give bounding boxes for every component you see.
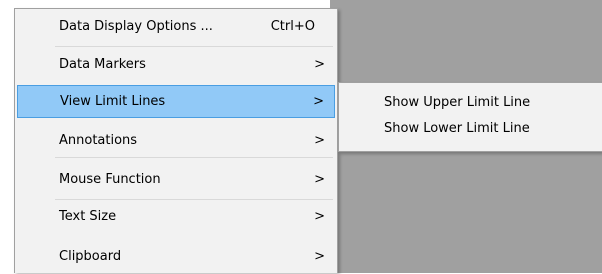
submenu-item-label: Show Lower Limit Line [384,121,530,136]
menu-item-label: Data Display Options ... [59,19,213,34]
menu-item-annotations[interactable]: Annotations > [17,125,335,158]
menu-item-data-display-options[interactable]: Data Display Options ... Ctrl+O [17,11,335,44]
menu-item-label: View Limit Lines [60,94,166,109]
submenu-arrow-icon: > [314,57,325,72]
menu-item-label: Annotations [59,133,138,148]
menu-item-text-size[interactable]: Text Size > [17,201,335,234]
submenu-item-label: Show Upper Limit Line [384,95,531,110]
menu-item-label: Text Size [59,209,117,224]
submenu-arrow-icon: > [314,133,325,148]
menu-separator [55,46,333,47]
context-menu: Data Display Options ... Ctrl+O Data Mar… [14,8,338,273]
menu-item-mouse-function[interactable]: Mouse Function > [17,164,335,197]
menu-separator [55,199,333,200]
submenu-arrow-icon: > [313,94,324,109]
limit-lines-submenu: Show Upper Limit Line Show Lower Limit L… [338,82,602,152]
menu-item-data-markers[interactable]: Data Markers > [17,49,335,82]
submenu-item-show-lower-limit-line[interactable]: Show Lower Limit Line [341,116,602,142]
submenu-item-show-upper-limit-line[interactable]: Show Upper Limit Line [341,90,602,116]
menu-item-view-limit-lines[interactable]: View Limit Lines > [17,85,335,118]
menu-item-shortcut: Ctrl+O [270,19,315,34]
menu-item-label: Clipboard [59,249,122,264]
submenu-arrow-icon: > [314,172,325,187]
menu-item-clipboard[interactable]: Clipboard > [17,241,335,274]
menu-item-label: Mouse Function [59,172,161,187]
submenu-arrow-icon: > [314,249,325,264]
submenu-arrow-icon: > [314,209,325,224]
menu-item-label: Data Markers [59,57,146,72]
